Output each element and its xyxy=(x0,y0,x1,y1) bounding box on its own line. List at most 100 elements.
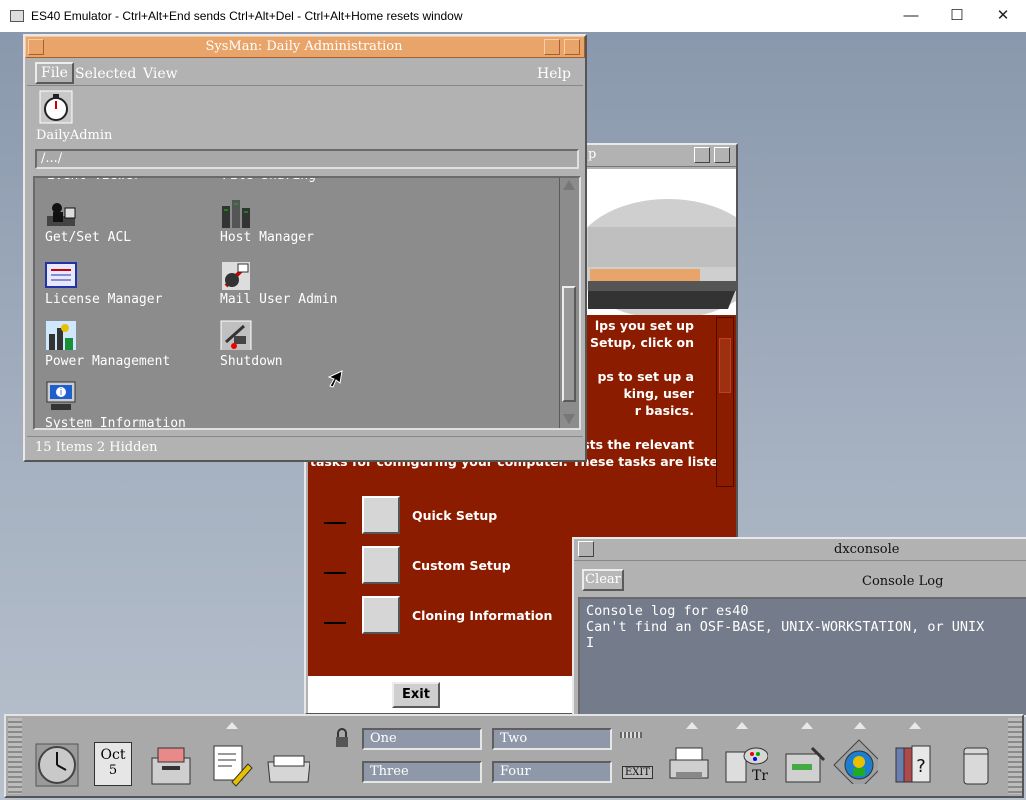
mail-icon xyxy=(222,262,250,290)
dxconsole-title: dxconsole xyxy=(834,542,900,557)
subpanel-arrow-icon[interactable] xyxy=(801,722,813,729)
subpanel-arrow-icon[interactable] xyxy=(854,722,866,729)
icon-view[interactable]: Event Viewer File Sharing Get/Set ACL Ho… xyxy=(33,176,581,430)
subpanel-arrow-icon[interactable] xyxy=(686,722,698,729)
host-title-text: ES40 Emulator - Ctrl+Alt+End sends Ctrl+… xyxy=(31,9,463,23)
file-manager-icon[interactable] xyxy=(148,742,194,788)
sysman-minimize-button[interactable] xyxy=(544,39,560,55)
view-menu[interactable]: View xyxy=(143,66,178,82)
application-manager-icon[interactable] xyxy=(782,742,828,788)
subpanel-arrow-icon[interactable] xyxy=(736,722,748,729)
host-manager-icon xyxy=(222,200,250,228)
busy-light-icon xyxy=(620,732,642,738)
item-label: System Information xyxy=(45,416,186,430)
item-label: Get/Set ACL xyxy=(45,230,132,245)
dxconsole-window: dxconsole Clear Console Log Console log … xyxy=(572,537,1026,717)
sysman-statusbar: 15 Items 2 Hidden xyxy=(27,436,583,458)
console-line: Can't find an OSF-BASE, UNIX-WORKSTATION… xyxy=(586,619,985,635)
setup-minimize-button[interactable] xyxy=(694,147,710,163)
workspace-four-button[interactable]: Four xyxy=(492,761,612,783)
sysman-menubar: File Selected View Help xyxy=(27,60,583,86)
console-log-area[interactable]: Console log for es40 Can't find an OSF-B… xyxy=(578,597,1026,717)
quick-setup-row[interactable]: Quick Setup xyxy=(312,494,736,542)
exit-panel-button[interactable]: EXIT xyxy=(622,766,654,779)
custom-setup-label: Custom Setup xyxy=(412,558,511,573)
selected-menu[interactable]: Selected xyxy=(75,66,136,82)
sysman-window: SysMan: Daily Administration File Select… xyxy=(23,34,587,462)
calendar-month: Oct xyxy=(100,747,126,763)
stopwatch-icon[interactable] xyxy=(39,90,73,124)
cloning-checkbox[interactable] xyxy=(324,614,346,624)
partial-row-2: File Sharing xyxy=(222,178,316,183)
quick-setup-label: Quick Setup xyxy=(412,508,498,523)
icon-view-scrollbar[interactable] xyxy=(559,178,579,428)
sysman-title: SysMan: Daily Administration xyxy=(205,39,403,54)
maximize-button[interactable]: ☐ xyxy=(934,4,980,28)
path-field[interactable]: /.../ xyxy=(35,149,579,169)
system-info-icon: i xyxy=(46,381,76,410)
help-book-icon[interactable]: ? xyxy=(892,742,938,788)
dailyadmin-label: DailyAdmin xyxy=(36,128,113,143)
sysman-titlebar[interactable]: SysMan: Daily Administration xyxy=(25,36,585,58)
subpanel-arrow-icon[interactable] xyxy=(226,722,238,729)
style-manager-icon[interactable]: Tr xyxy=(722,742,768,788)
scroll-down-arrow[interactable] xyxy=(563,414,575,424)
sysman-maximize-button[interactable] xyxy=(564,39,580,55)
text-editor-icon[interactable] xyxy=(208,742,254,788)
text-cursor: I xyxy=(586,635,595,651)
calendar-day: 5 xyxy=(108,763,118,778)
svg-text:?: ? xyxy=(916,756,926,777)
mouse-pointer-icon xyxy=(327,370,343,388)
mailer-icon[interactable] xyxy=(264,742,310,788)
setup-scrollbar[interactable] xyxy=(716,317,734,487)
custom-setup-checkbox[interactable] xyxy=(324,564,346,574)
svg-text:i: i xyxy=(60,388,63,398)
setup-scroll-thumb[interactable] xyxy=(719,338,731,393)
power-icon xyxy=(46,321,76,350)
path-text: /.../ xyxy=(41,151,63,166)
item-label: Shutdown xyxy=(220,354,283,369)
workspace-two-button[interactable]: Two xyxy=(492,728,612,750)
app-icon xyxy=(10,10,24,22)
svg-text:Tr: Tr xyxy=(752,768,768,784)
trash-icon[interactable] xyxy=(956,742,1002,788)
partial-row-1: Event Viewer xyxy=(47,178,141,183)
quick-setup-icon xyxy=(362,496,400,534)
console-log-header: Console Log xyxy=(862,574,944,589)
help-globe-icon[interactable] xyxy=(832,738,878,784)
help-menu[interactable]: Help xyxy=(537,66,571,82)
cloning-label: Cloning Information xyxy=(412,608,553,623)
subpanel-arrow-icon[interactable] xyxy=(909,722,921,729)
item-label: Host Manager xyxy=(220,230,314,245)
minimize-button[interactable]: — xyxy=(888,4,934,28)
calendar-icon[interactable]: Oct 5 xyxy=(94,742,132,786)
scroll-thumb[interactable] xyxy=(562,286,576,402)
sysman-menu-button[interactable] xyxy=(28,39,44,55)
printer-icon[interactable] xyxy=(666,742,712,788)
scroll-up-arrow[interactable] xyxy=(563,180,575,190)
cloning-icon xyxy=(362,596,400,634)
setup-maximize-button[interactable] xyxy=(714,147,730,163)
exit-button[interactable]: Exit xyxy=(392,682,440,708)
acl-icon xyxy=(47,203,76,226)
status-text: 15 Items 2 Hidden xyxy=(35,440,158,455)
file-menu[interactable]: File xyxy=(35,62,74,84)
workspace-one-button[interactable]: One xyxy=(362,728,482,750)
setup-title: p xyxy=(588,147,597,162)
license-icon xyxy=(45,262,77,288)
quick-setup-checkbox[interactable] xyxy=(324,514,346,524)
clock-icon[interactable] xyxy=(34,742,80,788)
dxconsole-menu-button[interactable] xyxy=(578,541,594,557)
lock-icon[interactable] xyxy=(334,728,350,748)
workspace-three-button[interactable]: Three xyxy=(362,761,482,783)
clear-button[interactable]: Clear xyxy=(582,569,624,591)
front-panel: Oct 5 One Two Three Four EXIT Tr ? xyxy=(4,714,1024,798)
console-line: Console log for es40 xyxy=(586,603,749,619)
host-titlebar: ES40 Emulator - Ctrl+Alt+End sends Ctrl+… xyxy=(0,0,1026,32)
dxconsole-titlebar[interactable]: dxconsole xyxy=(574,539,1026,561)
panel-left-handle[interactable] xyxy=(8,718,22,794)
close-button[interactable]: ✕ xyxy=(980,4,1026,28)
item-label: License Manager xyxy=(45,292,163,307)
item-label: Power Management xyxy=(45,354,171,369)
panel-right-handle[interactable] xyxy=(1008,718,1022,794)
